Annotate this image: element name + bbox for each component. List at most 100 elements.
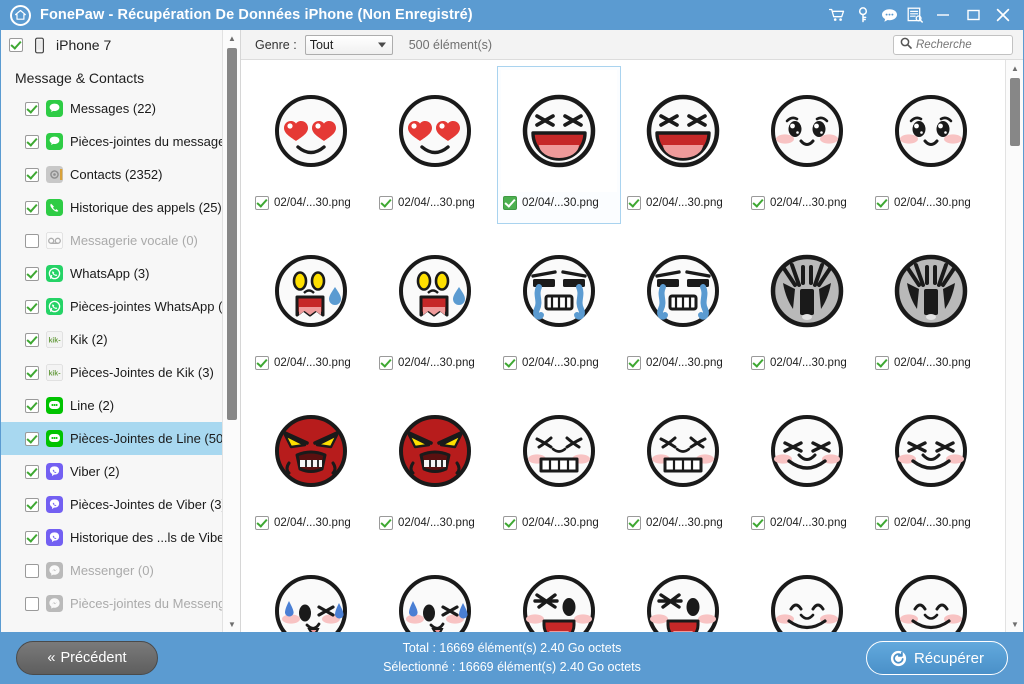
genre-select[interactable]: Tout <box>304 34 393 55</box>
thumbnail-checkbox[interactable] <box>627 196 641 210</box>
device-checkbox[interactable] <box>9 38 23 52</box>
thumbnail-cell[interactable]: 02/04/...30.png <box>869 66 993 224</box>
thumbnail-cell[interactable]: 02/04/...30.png <box>249 226 373 384</box>
cart-icon[interactable] <box>824 2 850 28</box>
thumbnail-checkbox[interactable] <box>751 516 765 530</box>
scroll-up-arrow-icon[interactable]: ▲ <box>223 30 240 46</box>
sidebar-item-messenger-0[interactable]: Messenger (0) <box>1 554 222 587</box>
thumbnail-cell[interactable]: 02/04/...30.png <box>745 66 869 224</box>
home-icon[interactable] <box>10 4 31 26</box>
thumbnail-checkbox[interactable] <box>875 196 889 210</box>
thumbnail-cell[interactable]: 02/04/...30.png <box>497 386 621 544</box>
thumbnail-image-red-rage[interactable] <box>377 390 493 512</box>
thumbnail-cell[interactable] <box>497 546 621 632</box>
thumbnail-image-squint-smile[interactable] <box>749 390 865 512</box>
feedback-document-icon[interactable] <box>902 2 928 28</box>
thumbnail-cell[interactable]: 02/04/...30.png <box>497 66 621 224</box>
sidebar-item-pi-ces-jointes-whatsapp-2[interactable]: Pièces-jointes WhatsApp (2) <box>1 290 222 323</box>
thumbnail-image-happy-closed[interactable] <box>749 550 865 632</box>
sidebar-item-historique-des-appels-25[interactable]: Historique des appels (25) <box>1 191 222 224</box>
thumbnail-checkbox[interactable] <box>875 516 889 530</box>
thumbnail-cell[interactable]: 02/04/...30.png <box>497 226 621 384</box>
device-row[interactable]: iPhone 7 <box>1 30 222 60</box>
thumbnail-checkbox[interactable] <box>875 356 889 370</box>
thumbnail-checkbox[interactable] <box>503 516 517 530</box>
search-input[interactable] <box>916 38 1006 51</box>
thumbnail-image-gray-scream[interactable] <box>749 230 865 352</box>
sidebar-item-checkbox[interactable] <box>25 530 39 545</box>
sidebar-item-pi-ces-jointes-de-viber-3[interactable]: Pièces-Jointes de Viber (3) <box>1 488 222 521</box>
grid-scrollbar-thumb[interactable] <box>1010 78 1020 146</box>
sidebar-item-pi-ces-jointes-de-kik-3[interactable]: kik- Pièces-Jointes de Kik (3) <box>1 356 222 389</box>
thumbnail-image-happy-closed[interactable] <box>873 550 989 632</box>
sidebar-scrollbar[interactable]: ▲ ▼ <box>222 30 240 632</box>
sidebar-item-whatsapp-3[interactable]: WhatsApp (3) <box>1 257 222 290</box>
thumbnail-image-sweat-tongue[interactable] <box>253 550 369 632</box>
sidebar-item-checkbox[interactable] <box>25 299 39 314</box>
thumbnail-image-heart-eyes[interactable] <box>253 70 369 192</box>
thumbnail-image-shock-tear[interactable] <box>377 230 493 352</box>
thumbnail-cell[interactable]: 02/04/...30.png <box>745 226 869 384</box>
thumbnail-cell[interactable]: 02/04/...30.png <box>745 386 869 544</box>
thumbnail-cell[interactable]: 02/04/...30.png <box>249 386 373 544</box>
scroll-down-arrow-icon[interactable]: ▼ <box>1006 616 1023 632</box>
sidebar-item-checkbox[interactable] <box>25 365 39 380</box>
thumbnail-cell[interactable]: 02/04/...30.png <box>373 386 497 544</box>
thumbnail-cell[interactable]: 02/04/...30.png <box>373 226 497 384</box>
recover-button[interactable]: Récupérer <box>866 641 1008 675</box>
sidebar-item-line-2[interactable]: Line (2) <box>1 389 222 422</box>
grid-scrollbar[interactable]: ▲ ▼ <box>1005 60 1023 632</box>
thumbnail-cell[interactable]: 02/04/...30.png <box>869 226 993 384</box>
thumbnail-image-sparkle-eyes[interactable] <box>749 70 865 192</box>
thumbnail-cell[interactable] <box>621 546 745 632</box>
search-box[interactable] <box>893 34 1013 55</box>
thumbnail-image-grin-teeth[interactable] <box>625 390 741 512</box>
sidebar-item-messages-22[interactable]: Messages (22) <box>1 92 222 125</box>
thumbnail-cell[interactable] <box>745 546 869 632</box>
thumbnail-cell[interactable] <box>373 546 497 632</box>
sidebar-item-checkbox[interactable] <box>25 167 39 182</box>
sidebar-item-checkbox[interactable] <box>25 266 39 281</box>
sidebar-item-checkbox[interactable] <box>25 431 39 446</box>
sidebar-item-messagerie-vocale-0[interactable]: Messagerie vocale (0) <box>1 224 222 257</box>
key-icon[interactable] <box>850 2 876 28</box>
thumbnail-cell[interactable]: 02/04/...30.png <box>249 66 373 224</box>
thumbnail-checkbox[interactable] <box>379 356 393 370</box>
thumbnail-cell[interactable]: 02/04/...30.png <box>373 66 497 224</box>
thumbnail-image-red-rage[interactable] <box>253 390 369 512</box>
thumbnail-image-sweat-tongue[interactable] <box>377 550 493 632</box>
thumbnail-checkbox[interactable] <box>379 516 393 530</box>
thumbnail-image-crying-angry[interactable] <box>501 230 617 352</box>
sidebar-item-checkbox[interactable] <box>25 134 39 149</box>
sidebar-item-kik-2[interactable]: kik- Kik (2) <box>1 323 222 356</box>
thumbnail-checkbox[interactable] <box>503 356 517 370</box>
scroll-down-arrow-icon[interactable]: ▼ <box>223 616 240 632</box>
sidebar-item-pi-ces-jointes-du-message-4[interactable]: Pièces-jointes du message (4) <box>1 125 222 158</box>
thumbnail-cell[interactable]: 02/04/...30.png <box>621 386 745 544</box>
thumbnail-cell[interactable]: 02/04/...30.png <box>869 386 993 544</box>
thumbnail-checkbox[interactable] <box>255 196 269 210</box>
thumbnail-checkbox[interactable] <box>255 356 269 370</box>
sidebar-item-checkbox[interactable] <box>25 596 39 611</box>
close-button[interactable] <box>988 2 1018 28</box>
sidebar-item-viber-2[interactable]: Viber (2) <box>1 455 222 488</box>
thumbnail-image-wink-tongue[interactable] <box>625 550 741 632</box>
sidebar-item-pi-ces-jointes-de-line-500[interactable]: Pièces-Jointes de Line (500) <box>1 422 222 455</box>
minimize-button[interactable] <box>928 2 958 28</box>
thumbnail-image-crying-angry[interactable] <box>625 230 741 352</box>
sidebar-item-historique-des-ls-de-viber-1[interactable]: Historique des ...ls de Viber (1) <box>1 521 222 554</box>
thumbnail-checkbox[interactable] <box>379 196 393 210</box>
thumbnail-image-wink-tongue[interactable] <box>501 550 617 632</box>
sidebar-item-checkbox[interactable] <box>25 332 39 347</box>
thumbnail-cell[interactable]: 02/04/...30.png <box>621 226 745 384</box>
previous-button[interactable]: « Précédent <box>16 641 158 675</box>
thumbnail-cell[interactable] <box>869 546 993 632</box>
thumbnail-checkbox[interactable] <box>255 516 269 530</box>
thumbnail-image-sparkle-eyes[interactable] <box>873 70 989 192</box>
thumbnail-checkbox[interactable] <box>503 196 517 210</box>
thumbnail-checkbox[interactable] <box>627 516 641 530</box>
sidebar-item-checkbox[interactable] <box>25 233 39 248</box>
thumbnail-checkbox[interactable] <box>751 196 765 210</box>
sidebar-item-checkbox[interactable] <box>25 398 39 413</box>
sidebar-item-checkbox[interactable] <box>25 101 39 116</box>
